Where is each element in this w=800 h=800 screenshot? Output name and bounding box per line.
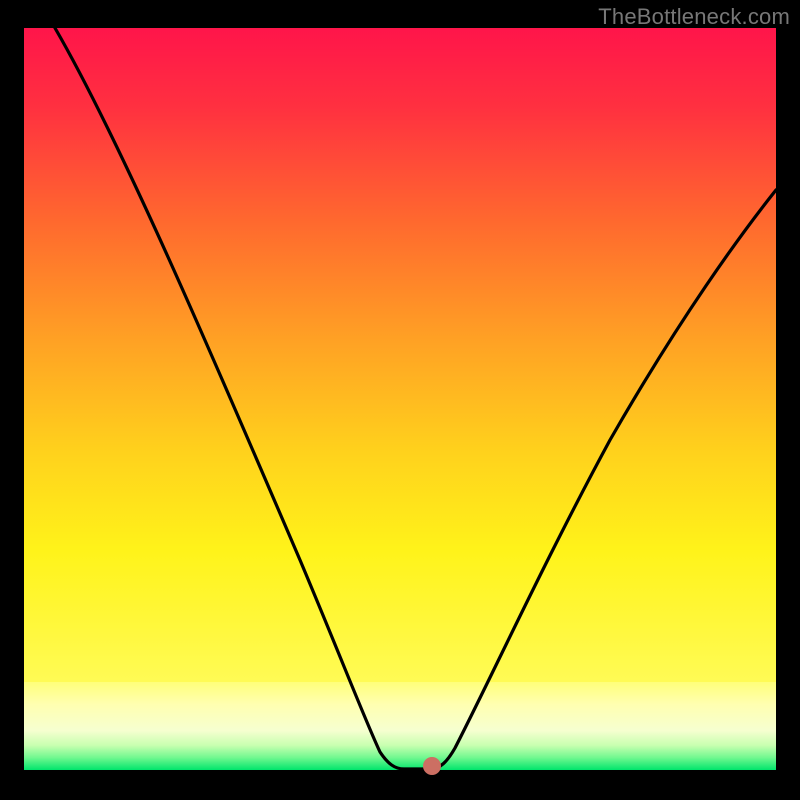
bottleneck-chart — [0, 0, 800, 800]
chart-frame: TheBottleneck.com — [0, 0, 800, 800]
watermark-text: TheBottleneck.com — [598, 4, 790, 30]
gradient-band — [24, 682, 776, 770]
gradient-main — [24, 28, 776, 682]
plot-area — [24, 28, 776, 775]
optimal-point-marker — [423, 757, 441, 775]
